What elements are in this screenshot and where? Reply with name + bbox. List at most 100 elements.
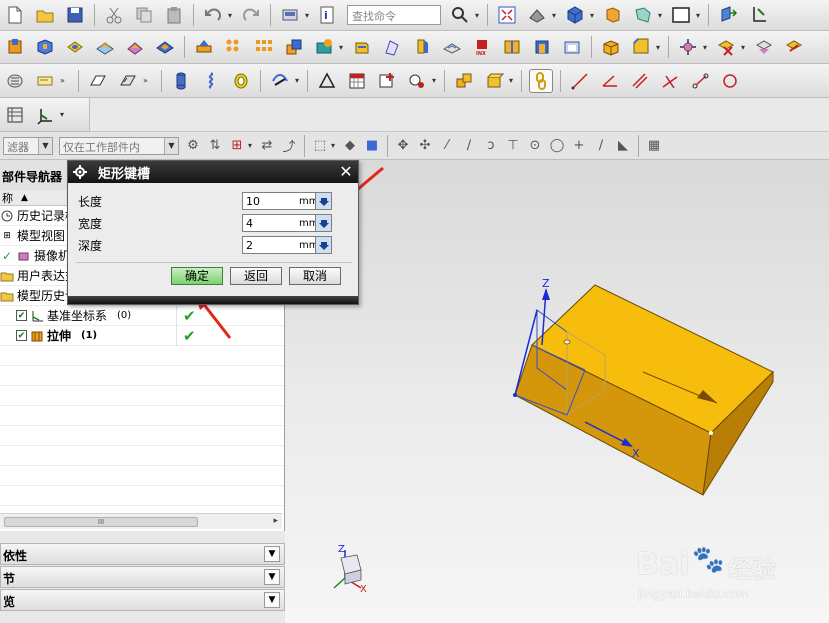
- snap-quadrant-icon[interactable]: ◯: [548, 137, 566, 155]
- chevron-down-icon[interactable]: ▼: [264, 592, 280, 608]
- ok-button[interactable]: 确定: [171, 267, 223, 285]
- point-add-icon[interactable]: ⊞: [228, 137, 246, 155]
- copy-icon[interactable]: [132, 3, 156, 27]
- thread-icon[interactable]: [229, 69, 253, 93]
- arc-icon[interactable]: [688, 69, 712, 93]
- assembly-nav-icon[interactable]: [3, 103, 27, 127]
- snap-face-icon[interactable]: ◣: [614, 137, 632, 155]
- block-icon[interactable]: [599, 35, 623, 59]
- perpendicular-icon[interactable]: [658, 69, 682, 93]
- grid-table-icon[interactable]: [345, 69, 369, 93]
- open-folder-icon[interactable]: [33, 3, 57, 27]
- fillet-icon[interactable]: [268, 69, 292, 93]
- circle-icon[interactable]: [718, 69, 742, 93]
- emboss-body-icon[interactable]: [153, 35, 177, 59]
- snap-poc-icon[interactable]: ∕: [592, 137, 610, 155]
- select-feature-icon[interactable]: ⇄: [258, 137, 276, 155]
- length-input[interactable]: 10 mm: [242, 192, 332, 210]
- wcs-origin-icon[interactable]: [746, 3, 770, 27]
- type-filter-combo[interactable]: 滤器 ▼: [3, 136, 53, 155]
- width-spinner-icon[interactable]: [315, 215, 331, 231]
- box-select-icon[interactable]: ⬚: [311, 137, 329, 155]
- snap-endpoint-icon[interactable]: ✥: [394, 137, 412, 155]
- paste-icon[interactable]: [162, 3, 186, 27]
- scrollbar-thumb[interactable]: III: [4, 517, 198, 527]
- solid-select-icon[interactable]: ◆: [341, 137, 359, 155]
- navigator-horizontal-scrollbar[interactable]: III ▸: [0, 513, 282, 529]
- details-panel[interactable]: 节 ▼: [0, 566, 285, 588]
- shell-icon[interactable]: [530, 35, 554, 59]
- chevron-down-icon[interactable]: ▼: [264, 546, 280, 562]
- wcs-triad-icon[interactable]: [33, 103, 57, 127]
- visibility-checkbox[interactable]: ✔: [16, 310, 27, 321]
- replace-face-icon[interactable]: [752, 35, 776, 59]
- datum-plane2-icon[interactable]: [116, 69, 140, 93]
- pocket-icon[interactable]: [33, 35, 57, 59]
- redo-icon[interactable]: [239, 3, 263, 27]
- inx-icon[interactable]: INX: [470, 35, 494, 59]
- angle-line-icon[interactable]: [598, 69, 622, 93]
- grid-icon[interactable]: ▦: [645, 137, 663, 155]
- extract-geometry-icon[interactable]: [192, 35, 216, 59]
- pattern-array-icon[interactable]: [252, 35, 276, 59]
- offset-region-icon[interactable]: [782, 35, 806, 59]
- width-input[interactable]: 4 mm: [242, 214, 332, 232]
- datum-plane-icon[interactable]: [86, 69, 110, 93]
- undo-icon[interactable]: [201, 3, 225, 27]
- snap-line-icon[interactable]: ⁄: [438, 137, 456, 155]
- render-style-icon[interactable]: [525, 3, 549, 27]
- dependencies-panel[interactable]: 依性 ▼: [0, 543, 285, 565]
- assembly-icon[interactable]: [452, 69, 476, 93]
- snap-point-icon[interactable]: +: [570, 137, 588, 155]
- hollow-icon[interactable]: [560, 35, 584, 59]
- face-color-icon[interactable]: [601, 3, 625, 27]
- graphics-viewport[interactable]: Z X Z X: [285, 160, 829, 623]
- cancel-button[interactable]: 取消: [289, 267, 341, 285]
- selection-options-icon[interactable]: ⚙: [184, 137, 202, 155]
- snap-intersect-icon[interactable]: ⊤: [504, 137, 522, 155]
- back-button[interactable]: 返回: [230, 267, 282, 285]
- search-icon[interactable]: [448, 3, 472, 27]
- width-value[interactable]: 4: [246, 217, 253, 230]
- cylinder-icon[interactable]: [169, 69, 193, 93]
- snap-curve-icon[interactable]: ɔ: [482, 137, 500, 155]
- offset-emboss-icon[interactable]: [93, 35, 117, 59]
- pad-icon[interactable]: [63, 35, 87, 59]
- delete-body-icon[interactable]: [714, 35, 738, 59]
- preview-panel[interactable]: 览 ▼: [0, 589, 285, 611]
- dart-icon[interactable]: [123, 35, 147, 59]
- fit-view-icon[interactable]: [495, 3, 519, 27]
- snap-mode-icon[interactable]: ⇅: [206, 137, 224, 155]
- settings-gear-icon[interactable]: [405, 69, 429, 93]
- dialog-titlebar[interactable]: 矩形键槽 ✕: [68, 161, 358, 183]
- component-icon[interactable]: [482, 69, 506, 93]
- pattern-feature-icon[interactable]: [222, 35, 246, 59]
- scope-filter-combo[interactable]: 仅在工作部件内 ▼: [59, 136, 179, 155]
- trim-body-icon[interactable]: [440, 35, 464, 59]
- display-mode-icon[interactable]: [278, 3, 302, 27]
- length-spinner-icon[interactable]: [315, 193, 331, 209]
- command-search-input[interactable]: 查找命令: [347, 5, 441, 25]
- subtract-icon[interactable]: [312, 35, 336, 59]
- note-icon[interactable]: [33, 69, 57, 93]
- shaded-cube-icon[interactable]: [563, 3, 587, 27]
- unite-icon[interactable]: [282, 35, 306, 59]
- view-orient-icon[interactable]: [631, 3, 655, 27]
- save-icon[interactable]: [63, 3, 87, 27]
- split-body-icon[interactable]: [500, 35, 524, 59]
- visibility-checkbox[interactable]: ✔: [16, 330, 27, 341]
- sew-icon[interactable]: [350, 35, 374, 59]
- chamfer-icon[interactable]: [629, 35, 653, 59]
- boss-icon[interactable]: [3, 35, 27, 59]
- depth-input[interactable]: 2 mm: [242, 236, 332, 254]
- depth-spinner-icon[interactable]: [315, 237, 331, 253]
- snap-center-icon[interactable]: ⊙: [526, 137, 544, 155]
- scroll-right-icon[interactable]: ▸: [273, 516, 278, 526]
- background-icon[interactable]: [669, 3, 693, 27]
- line-icon[interactable]: [568, 69, 592, 93]
- select-face-icon[interactable]: ⤴: [280, 137, 298, 155]
- info-icon[interactable]: i: [316, 3, 340, 27]
- thicken-icon[interactable]: [410, 35, 434, 59]
- snap-tangent-icon[interactable]: ∕: [460, 137, 478, 155]
- wcs-orient-icon[interactable]: [716, 3, 740, 27]
